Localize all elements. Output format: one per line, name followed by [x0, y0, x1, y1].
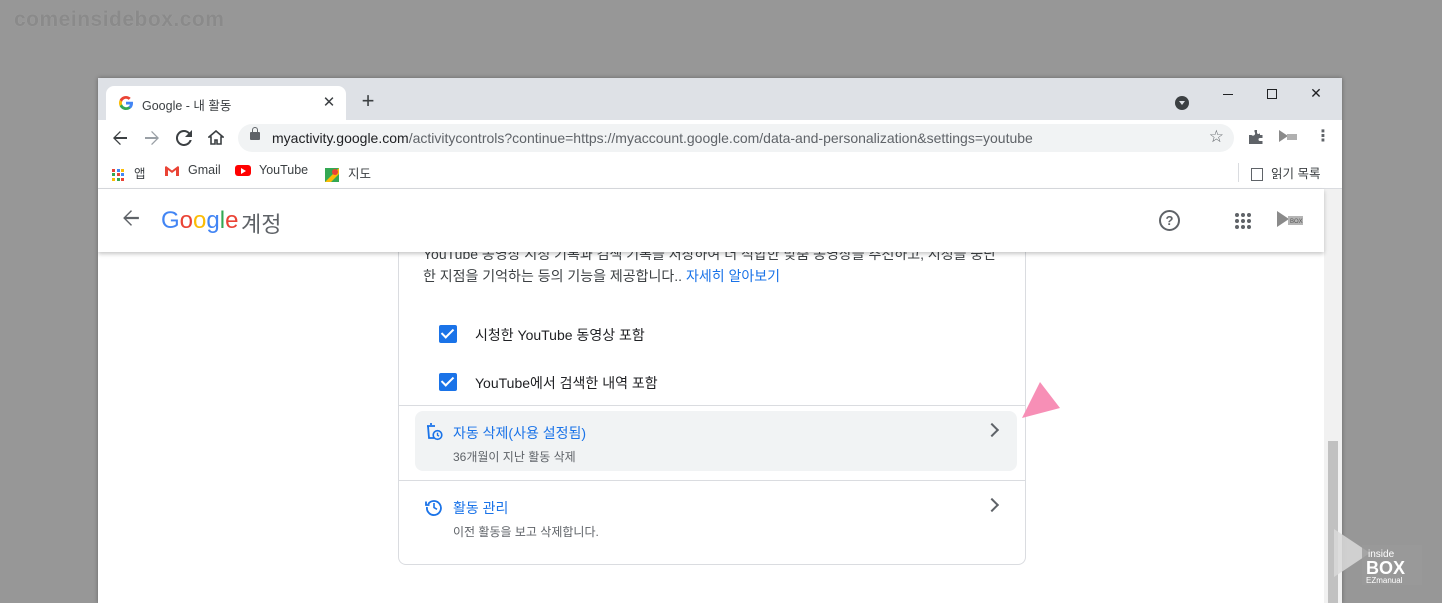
- reading-list[interactable]: 읽기 목록: [1238, 163, 1320, 182]
- account-avatar-icon[interactable]: BOX: [1276, 209, 1304, 229]
- account-header: Google 계정 ? BOX: [98, 189, 1324, 252]
- browser-window: Google - 내 활동 ✕ + ✕ myactivity.google.co…: [98, 78, 1342, 603]
- svg-text:BOX: BOX: [1366, 558, 1405, 578]
- forward-icon[interactable]: [140, 126, 164, 150]
- url-text[interactable]: myactivity.google.com/activitycontrols?c…: [272, 130, 1033, 146]
- bookmark-youtube[interactable]: YouTube: [235, 163, 308, 177]
- close-window-button[interactable]: ✕: [1294, 82, 1338, 104]
- manage-activity-title: 활동 관리: [453, 500, 509, 516]
- apps-grid-icon: [112, 168, 124, 181]
- maps-icon: [325, 167, 339, 182]
- back-icon[interactable]: [108, 126, 132, 150]
- tab-search-icon[interactable]: [1175, 96, 1189, 110]
- gmail-icon: [165, 165, 179, 176]
- tab-google-activity[interactable]: Google - 내 활동 ✕: [106, 86, 346, 120]
- manage-activity-subtitle: 이전 활동을 보고 삭제합니다.: [453, 525, 599, 539]
- browser-toolbar: myactivity.google.com/activitycontrols?c…: [98, 120, 1342, 156]
- google-apps-icon[interactable]: [1235, 213, 1251, 229]
- bookmark-star-icon[interactable]: ☆: [1209, 127, 1224, 147]
- manage-activity-row[interactable]: 활동 관리 이전 활동을 보고 삭제합니다.: [415, 486, 1017, 546]
- minimize-button[interactable]: [1206, 82, 1250, 104]
- lock-icon: [250, 127, 260, 140]
- youtube-history-card: YouTube 동영상 시청 기록과 검색 기록을 저장하여 더 적합한 맞춤 …: [398, 229, 1026, 565]
- help-icon[interactable]: ?: [1159, 210, 1180, 231]
- reload-icon[interactable]: [172, 126, 196, 150]
- profile-avatar-icon[interactable]: [1278, 129, 1298, 147]
- svg-text:BOX: BOX: [1290, 219, 1303, 225]
- google-g-icon: [118, 96, 133, 110]
- extensions-icon[interactable]: [1248, 129, 1264, 149]
- close-tab-icon[interactable]: ✕: [320, 94, 338, 112]
- maximize-button[interactable]: [1250, 82, 1294, 104]
- learn-more-link[interactable]: 자세히 알아보기: [686, 268, 780, 284]
- bookmark-maps[interactable]: 지도: [324, 163, 371, 183]
- checked-checkbox-icon[interactable]: [439, 325, 457, 343]
- new-tab-button[interactable]: +: [356, 90, 380, 114]
- auto-delete-row[interactable]: 자동 삭제(사용 설정됨) 36개월이 지난 활동 삭제: [415, 411, 1017, 471]
- more-menu-icon[interactable]: ⋮: [1315, 126, 1331, 146]
- account-label: 계정: [241, 212, 282, 237]
- auto-delete-icon: [427, 423, 443, 441]
- auto-delete-subtitle: 36개월이 지난 활동 삭제: [453, 450, 576, 464]
- svg-text:EZmanual: EZmanual: [1366, 576, 1403, 585]
- history-icon: [425, 500, 442, 516]
- page-content: Google 계정 ? BOX YouTube 동영상 시청 기록과 검색 기록…: [98, 189, 1342, 603]
- youtube-icon: [235, 165, 251, 177]
- chevron-right-icon: [984, 422, 1000, 438]
- tab-title: Google - 내 활동: [142, 99, 232, 113]
- watermark-text: comeinsidebox.com: [14, 8, 225, 31]
- address-bar[interactable]: myactivity.google.com/activitycontrols?c…: [238, 124, 1234, 152]
- annotation-arrow-icon: [1022, 382, 1060, 418]
- bookmarks-bar: 앱 Gmail YouTube 지도 읽기 목록: [98, 156, 1342, 189]
- chevron-right-icon: [984, 497, 1000, 513]
- home-icon[interactable]: [204, 126, 228, 150]
- divider: [399, 405, 1025, 406]
- back-arrow-icon[interactable]: [122, 207, 140, 233]
- bookmark-apps[interactable]: 앱: [112, 163, 146, 182]
- inside-box-logo-icon: inside BOX EZmanual: [1334, 529, 1422, 585]
- bookmark-gmail[interactable]: Gmail: [164, 163, 221, 177]
- divider: [399, 480, 1025, 481]
- reading-list-icon: [1251, 168, 1263, 182]
- auto-delete-title: 자동 삭제(사용 설정됨): [453, 425, 587, 441]
- checked-checkbox-icon[interactable]: [439, 373, 457, 391]
- google-logo[interactable]: Google: [161, 207, 238, 235]
- tab-strip: Google - 내 활동 ✕ + ✕: [98, 78, 1342, 120]
